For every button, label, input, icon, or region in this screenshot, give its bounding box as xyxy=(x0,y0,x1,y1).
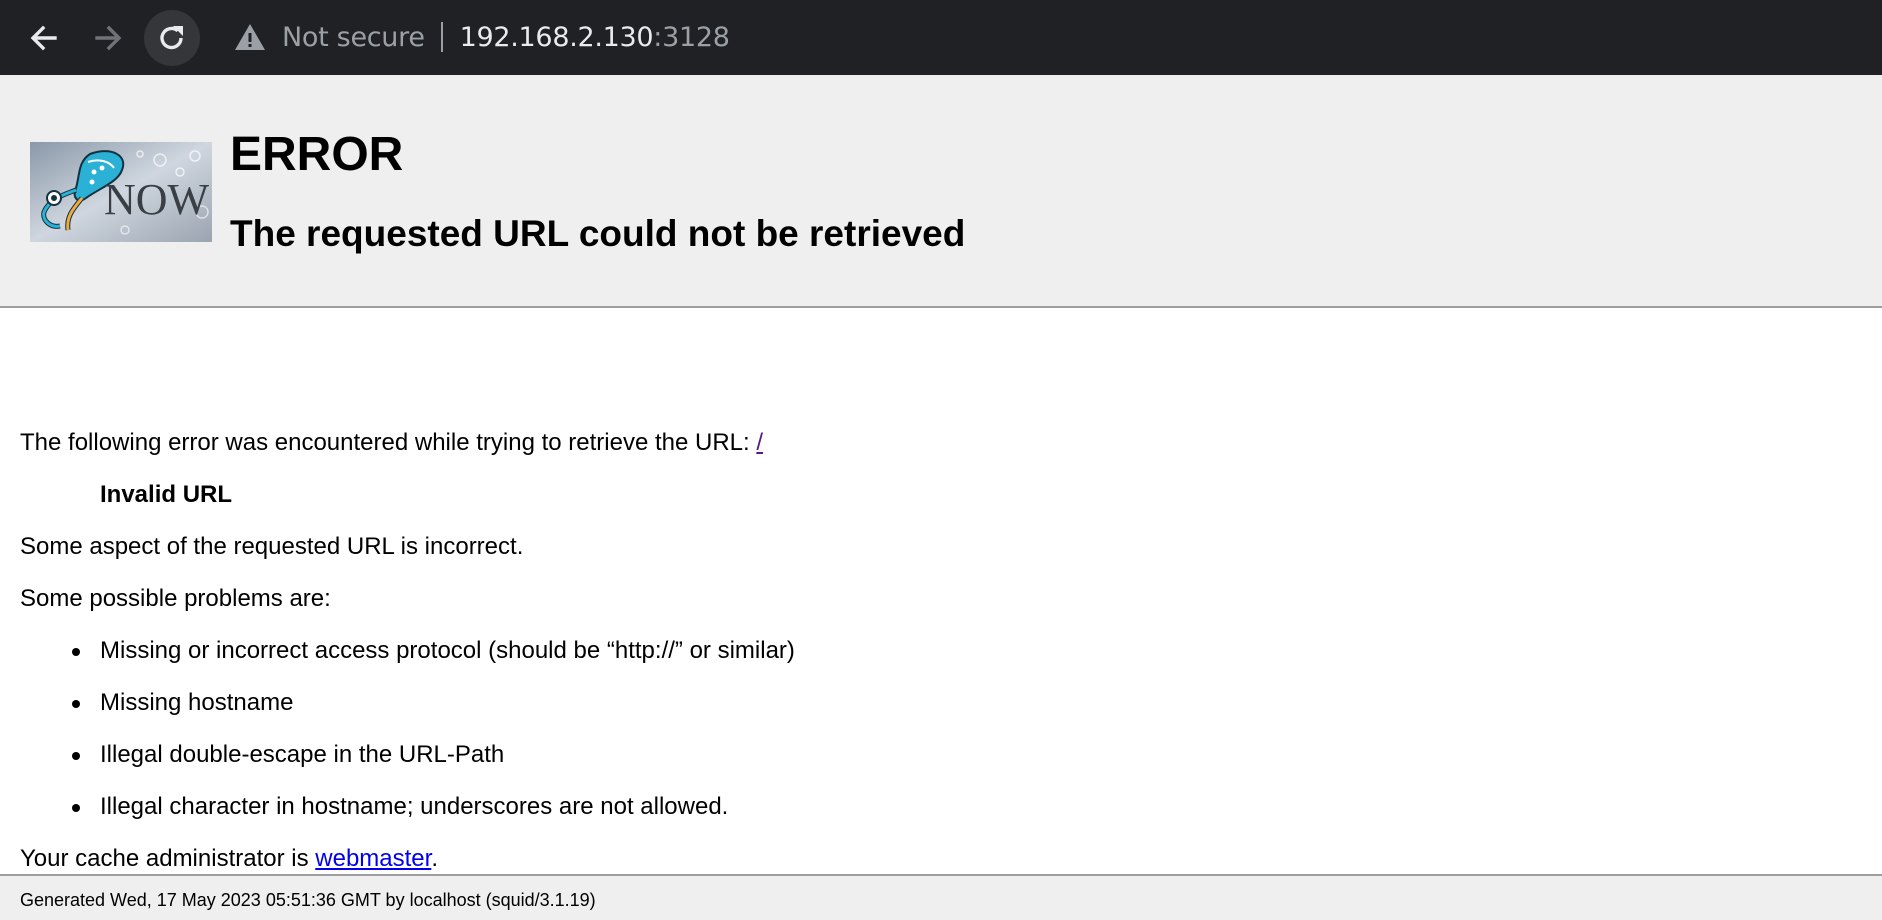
error-header: NOW ERROR The requested URL could not be… xyxy=(0,75,1882,308)
footer: Generated Wed, 17 May 2023 05:51:36 GMT … xyxy=(0,874,1882,920)
list-item: Illegal double-escape in the URL-Path xyxy=(72,741,505,769)
arrow-left-icon xyxy=(30,25,57,51)
bullet-dot xyxy=(72,752,80,760)
url-port[interactable]: :3128 xyxy=(653,22,730,53)
footer-generated-text: Generated Wed, 17 May 2023 05:51:36 GMT … xyxy=(20,890,596,910)
intro-text: The following error was encountered whil… xyxy=(20,429,757,456)
problem-text: Missing hostname xyxy=(100,689,294,716)
error-name: Invalid URL xyxy=(100,481,233,508)
arrow-right-icon xyxy=(95,25,122,51)
security-status-label[interactable]: Not secure xyxy=(282,22,425,53)
page-title: ERROR xyxy=(230,128,404,181)
bullet-dot xyxy=(72,804,80,812)
omnibox-separator xyxy=(440,22,443,52)
bullet-dot xyxy=(72,648,80,656)
reload-icon xyxy=(160,26,183,50)
admin-suffix: . xyxy=(431,845,438,872)
svg-text:NOW: NOW xyxy=(104,175,210,224)
list-item: Missing or incorrect access protocol (sh… xyxy=(72,637,795,665)
admin-paragraph: Your cache administrator is webmaster. xyxy=(20,845,438,873)
page-subtitle: The requested URL could not be retrieved xyxy=(230,213,966,254)
forward-button[interactable] xyxy=(80,10,136,66)
page-content: NOW ERROR The requested URL could not be… xyxy=(0,75,1882,920)
reload-button[interactable] xyxy=(144,10,200,66)
error-description: Some aspect of the requested URL is inco… xyxy=(20,533,524,560)
browser-toolbar: Not secure 192.168.2.130:3128 xyxy=(0,0,1882,75)
requested-url-link[interactable]: / xyxy=(756,429,763,456)
problems-heading: Some possible problems are: xyxy=(20,585,331,612)
admin-prefix: Your cache administrator is xyxy=(20,845,316,872)
problem-text: Illegal double-escape in the URL-Path xyxy=(100,741,505,768)
warning-triangle-icon[interactable] xyxy=(234,22,268,52)
url-host[interactable]: 192.168.2.130 xyxy=(460,22,654,53)
webmaster-link[interactable]: webmaster xyxy=(315,845,431,872)
bullet-dot xyxy=(72,700,80,708)
address-bar[interactable]: Not secure 192.168.2.130:3128 xyxy=(216,6,1868,68)
list-item: Missing hostname xyxy=(72,689,294,717)
problem-text: Illegal character in hostname; underscor… xyxy=(100,793,729,820)
squid-logo: NOW xyxy=(30,142,212,242)
intro-paragraph: The following error was encountered whil… xyxy=(20,429,763,457)
back-button[interactable] xyxy=(16,10,72,66)
list-item: Illegal character in hostname; underscor… xyxy=(72,793,729,821)
problem-text: Missing or incorrect access protocol (sh… xyxy=(100,637,795,664)
